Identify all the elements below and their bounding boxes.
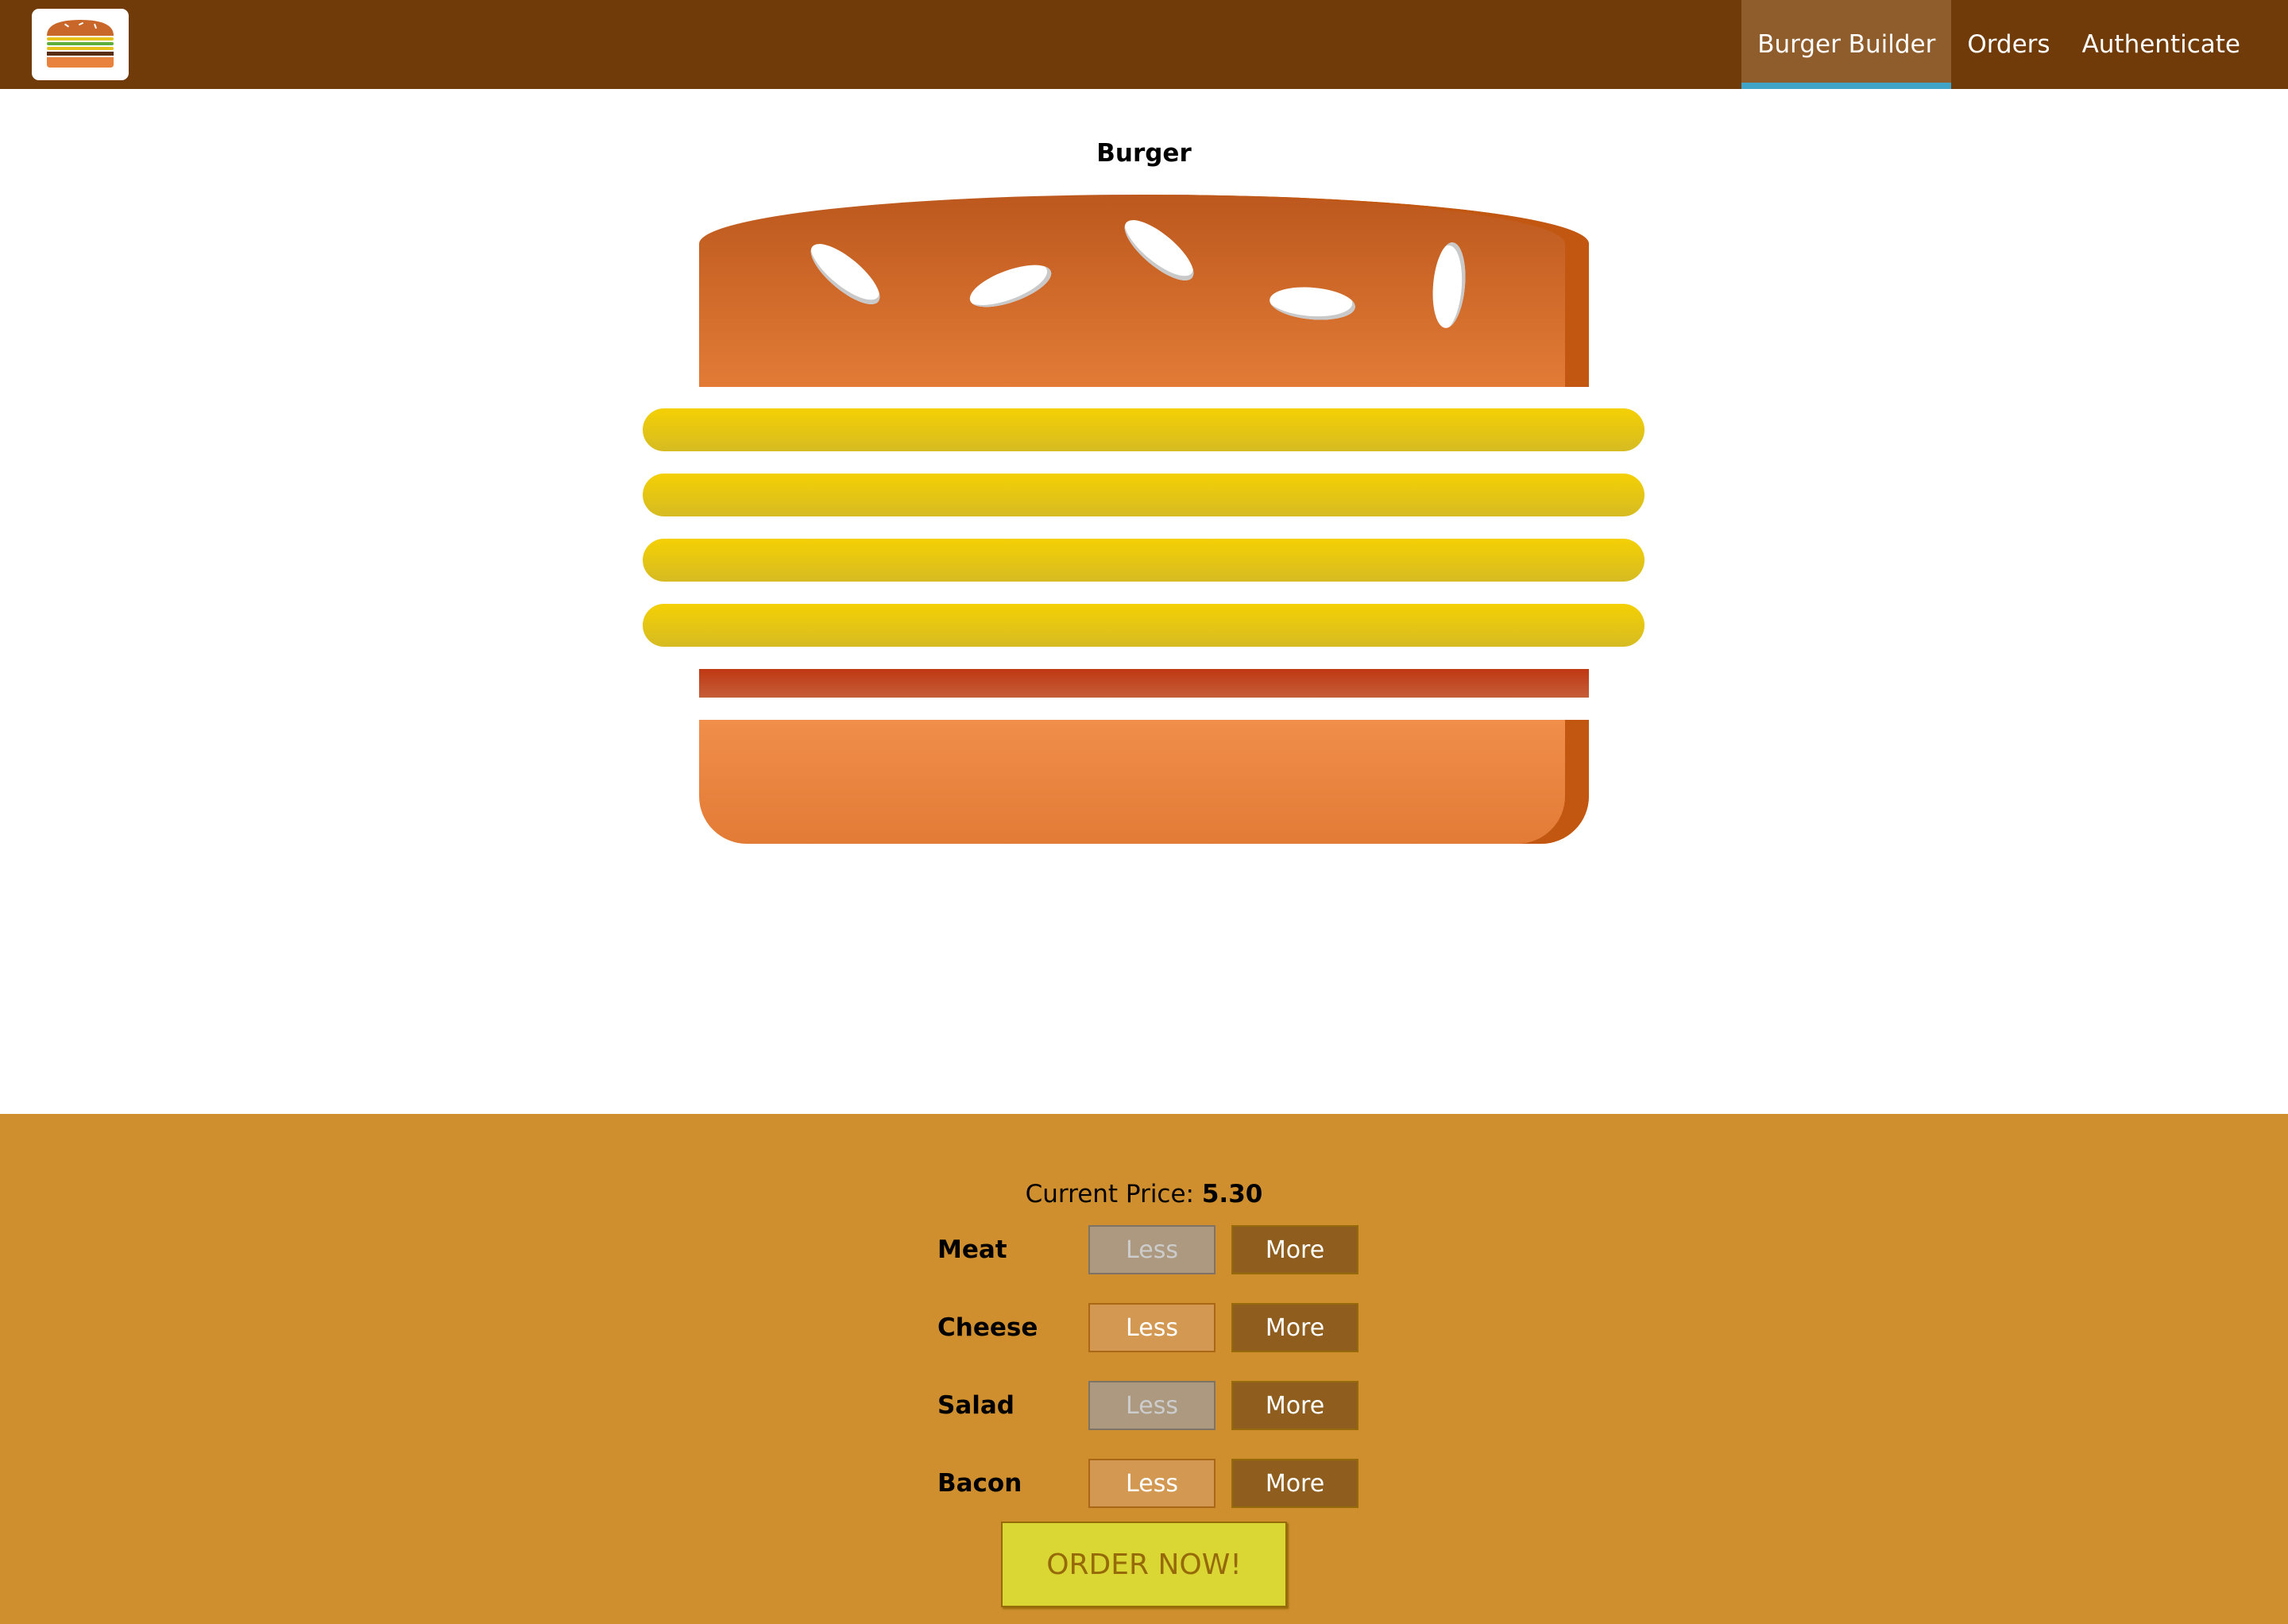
current-price: Current Price: 5.30	[0, 1180, 2288, 1208]
less-meat-button[interactable]: Less	[1088, 1225, 1216, 1274]
control-label-cheese: Cheese	[937, 1313, 1038, 1342]
more-bacon-button[interactable]: More	[1231, 1459, 1358, 1508]
bread-top	[699, 195, 1589, 387]
less-bacon-button[interactable]: Less	[1088, 1459, 1216, 1508]
price-label: Current Price:	[1025, 1180, 1194, 1208]
order-now-button[interactable]: ORDER NOW!	[1001, 1522, 1287, 1607]
price-value: 5.30	[1201, 1180, 1263, 1208]
cheese-layer	[643, 604, 1644, 647]
nav-items: Burger Builder Orders Authenticate	[1741, 0, 2288, 89]
cheese-layer	[643, 539, 1644, 582]
burger-logo-icon[interactable]	[32, 9, 129, 80]
more-salad-button[interactable]: More	[1231, 1381, 1358, 1430]
control-label-bacon: Bacon	[937, 1469, 1022, 1498]
control-row-meat: Meat Less More	[937, 1225, 1366, 1274]
control-row-salad: Salad Less More	[937, 1381, 1366, 1430]
seed-icon	[964, 256, 1057, 316]
more-meat-button[interactable]: More	[1231, 1225, 1358, 1274]
control-row-bacon: Bacon Less More	[937, 1459, 1366, 1508]
control-label-salad: Salad	[937, 1391, 1015, 1420]
control-row-cheese: Cheese Less More	[937, 1303, 1366, 1352]
cheese-layer	[643, 408, 1644, 451]
meat-layer	[699, 669, 1589, 698]
seed-icon	[1268, 284, 1357, 323]
nav-item-burger-builder[interactable]: Burger Builder	[1741, 0, 1952, 89]
cheese-layer	[643, 474, 1644, 516]
build-controls: Current Price: 5.30 Meat Less More Chees…	[0, 1114, 2288, 1624]
more-cheese-button[interactable]: More	[1231, 1303, 1358, 1352]
nav-item-orders[interactable]: Orders	[1951, 0, 2066, 89]
burger-logo-graphic	[47, 20, 114, 68]
control-label-meat: Meat	[937, 1235, 1007, 1264]
less-cheese-button[interactable]: Less	[1088, 1303, 1216, 1352]
seed-icon	[1115, 210, 1203, 291]
toolbar: Burger Builder Orders Authenticate	[0, 0, 2288, 89]
bread-bottom	[699, 720, 1589, 844]
seed-icon	[1429, 241, 1469, 330]
less-salad-button[interactable]: Less	[1088, 1381, 1216, 1430]
nav-item-authenticate[interactable]: Authenticate	[2066, 0, 2256, 89]
seed-icon	[802, 234, 889, 315]
burger-title: Burger	[1096, 139, 1192, 168]
